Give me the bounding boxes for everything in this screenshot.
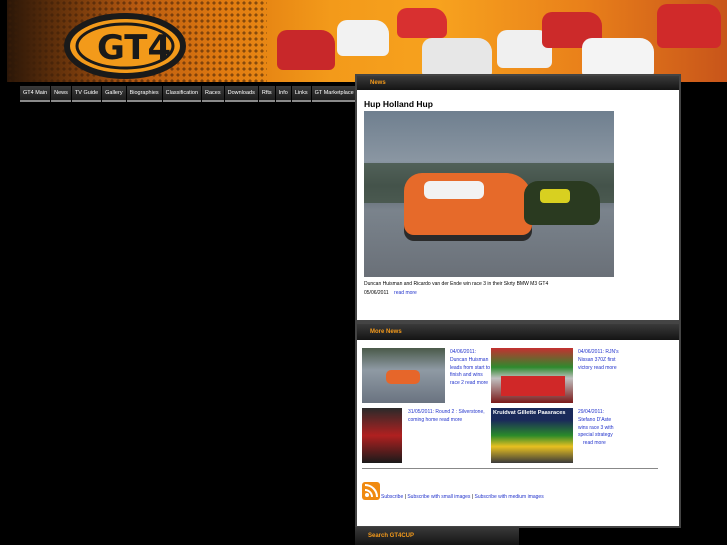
car-window — [424, 181, 484, 199]
news-item-line[interactable]: Duncan Huisman — [450, 357, 490, 365]
subscribe-small-link[interactable]: Subscribe with small images — [407, 494, 470, 500]
nav-item-gt-marketplace[interactable]: GT Marketplace — [311, 86, 357, 102]
news-item-line[interactable]: race 2 — [450, 380, 464, 386]
race-car-image — [397, 8, 447, 38]
race-car-image — [657, 4, 721, 48]
nav-item-classification[interactable]: Classification — [162, 86, 202, 102]
news-item-line[interactable]: victory — [578, 365, 592, 371]
more-news-panel: More News 04/06/2011: Duncan Huisman lea… — [355, 322, 681, 528]
story-title[interactable]: Hup Holland Hup — [364, 99, 433, 109]
news-item-3: 31/05/2011: Round 2 : Silverstone, comin… — [408, 409, 485, 425]
story-meta: 05/06/2011 read more — [364, 290, 417, 296]
nav-item-info[interactable]: Info — [275, 86, 291, 102]
nav-item-news[interactable]: News — [51, 86, 71, 102]
gt4-logo[interactable]: GT4 — [63, 4, 193, 80]
news-thumbnail[interactable] — [362, 348, 445, 403]
news-item-line[interactable]: special strategy — [578, 432, 614, 440]
podium — [501, 376, 565, 396]
race-car-image — [337, 20, 389, 56]
nav-item-races[interactable]: Races — [202, 86, 224, 102]
separator: | — [404, 494, 406, 500]
green-car — [524, 181, 600, 225]
nav-item-tv-guide[interactable]: TV Guide — [71, 86, 102, 102]
thumbnail-banner-text: Kruidvat Gillette Paasraces — [493, 410, 566, 416]
news-item-date: 29/04/2011: — [578, 409, 605, 415]
news-item-line[interactable]: finish and wins — [450, 372, 490, 380]
news-thumbnail[interactable] — [362, 408, 402, 463]
car-stripe — [540, 189, 570, 203]
main-nav: GT4 Main News TV Guide Gallery Biographi… — [20, 86, 357, 102]
nav-item-downloads[interactable]: Downloads — [224, 86, 258, 102]
news-item-2: 04/06/2011: RJN's Nissan 370Z first vict… — [578, 349, 619, 372]
news-thumbnail[interactable]: Kruidvat Gillette Paasraces — [491, 408, 573, 463]
story-caption: Duncan Huisman and Ricardo van der Ende … — [364, 281, 549, 287]
race-car-image — [277, 30, 335, 70]
news-item-line[interactable]: Nissan 370Z first — [578, 357, 619, 365]
subscribe-medium-link[interactable]: Subscribe with medium images — [475, 494, 544, 500]
more-news-heading: More News — [357, 324, 679, 340]
rss-icon[interactable] — [362, 482, 380, 500]
news-item-read-more[interactable]: read more — [594, 365, 617, 371]
nav-item-gt4-main[interactable]: GT4 Main — [20, 86, 51, 102]
news-item-read-more[interactable]: read more — [439, 417, 462, 423]
nav-item-gallery[interactable]: Gallery — [102, 86, 126, 102]
nav-item-rfts[interactable]: Rfts — [258, 86, 275, 102]
news-item-date: 04/06/2011: — [450, 349, 477, 355]
logo-text: GT4 — [97, 28, 171, 68]
news-thumbnail[interactable] — [491, 348, 573, 403]
header-banner: GT4 — [7, 0, 727, 82]
race-car-image — [422, 38, 492, 78]
nav-item-links[interactable]: Links — [291, 86, 311, 102]
subscribe-links: Subscribe | Subscribe with small images … — [381, 494, 544, 500]
news-item-line[interactable]: leads from start to — [450, 365, 490, 373]
news-item-date: 04/06/2011: RJN's — [578, 349, 619, 355]
news-item-read-more[interactable]: read more — [583, 440, 606, 446]
subscribe-link[interactable]: Subscribe — [381, 494, 403, 500]
news-item-line[interactable]: wins race 3 with — [578, 425, 614, 433]
search-heading: Search GT4CUP — [355, 527, 519, 545]
separator: | — [471, 494, 474, 500]
news-panel: News Hup Holland Hup Duncan Huisman and … — [355, 74, 681, 322]
divider — [362, 468, 658, 469]
nav-item-biographies[interactable]: Biographies — [126, 86, 162, 102]
news-item-line[interactable]: Stefano D'Aste — [578, 417, 614, 425]
news-item-4: 29/04/2011: Stefano D'Aste wins race 3 w… — [578, 409, 614, 448]
story-date: 05/06/2011 — [364, 290, 389, 296]
race-car-image — [582, 38, 654, 78]
story-photo[interactable] — [364, 111, 614, 277]
news-item-1: 04/06/2011: Duncan Huisman leads from st… — [450, 349, 490, 388]
news-item-read-more[interactable]: read more — [465, 380, 488, 386]
news-panel-heading: News — [357, 76, 679, 90]
news-item-date: 31/05/2011: Round 2 : Silverstone, — [408, 409, 485, 415]
news-item-line[interactable]: coming home — [408, 417, 438, 423]
story-read-more-link[interactable]: read more — [394, 290, 417, 296]
thumb-car — [386, 370, 420, 384]
